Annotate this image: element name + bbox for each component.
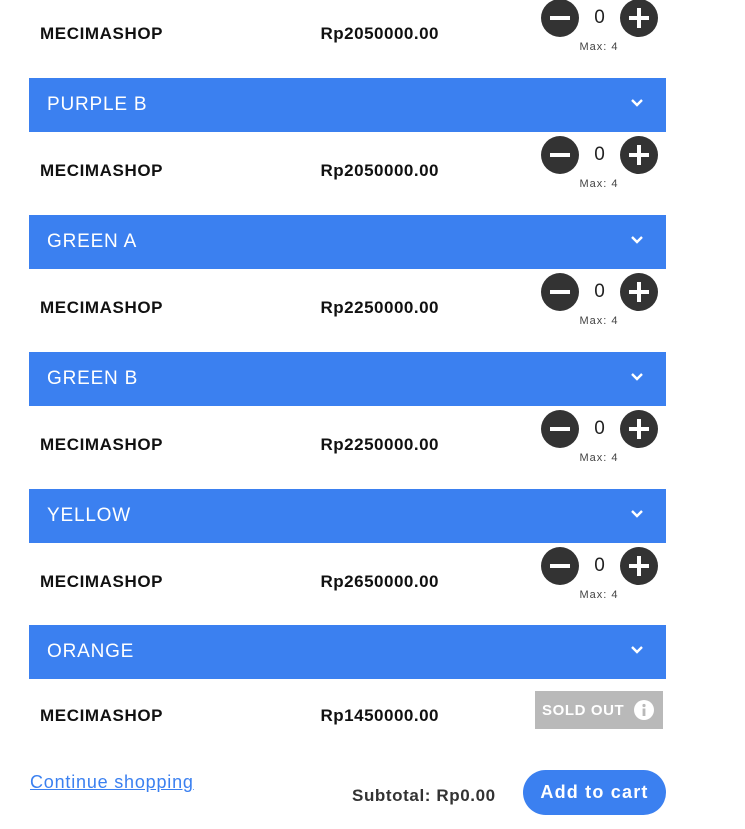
variant-title: YELLOW xyxy=(47,505,131,526)
decrement-button[interactable] xyxy=(541,136,579,174)
sold-out-label: SOLD OUT xyxy=(542,702,625,719)
variant-title: GREEN A xyxy=(47,231,138,252)
decrement-button[interactable] xyxy=(541,547,579,585)
quantity-value: 0 xyxy=(594,144,605,165)
quantity-stepper: 0 Max: 4 xyxy=(541,273,658,327)
minus-circle-icon xyxy=(550,16,570,20)
product-price: Rp2650000.00 xyxy=(320,572,439,591)
product-row: MECIMASHOP Rp2050000.00 0 Max: 4 xyxy=(29,0,666,66)
product-price: Rp1450000.00 xyxy=(320,706,439,725)
plus-circle-icon xyxy=(629,145,649,165)
quantity-value: 0 xyxy=(594,281,605,302)
increment-button[interactable] xyxy=(620,547,658,585)
quantity-stepper: 0 Max: 4 xyxy=(541,0,658,53)
product-row: MECIMASHOP Rp2050000.00 0 Max: 4 xyxy=(29,132,666,214)
product-price: Rp2050000.00 xyxy=(320,24,439,43)
decrement-button[interactable] xyxy=(541,0,579,37)
variant-header-purple-b[interactable]: PURPLE B xyxy=(29,78,666,132)
minus-circle-icon xyxy=(550,427,570,431)
seller-name: MECIMASHOP xyxy=(40,706,164,725)
subtotal-text: Subtotal: Rp0.00 xyxy=(352,786,496,805)
quantity-value: 0 xyxy=(594,418,605,439)
plus-circle-icon xyxy=(629,282,649,302)
seller-name: MECIMASHOP xyxy=(40,298,164,317)
quantity-value: 0 xyxy=(594,7,605,28)
decrement-button[interactable] xyxy=(541,410,579,448)
minus-circle-icon xyxy=(550,290,570,294)
variant-title: PURPLE B xyxy=(47,94,148,115)
variant-header-green-b[interactable]: GREEN B xyxy=(29,352,666,406)
add-to-cart-button[interactable]: Add to cart xyxy=(523,770,666,815)
plus-circle-icon xyxy=(629,419,649,439)
sold-out-badge: SOLD OUT xyxy=(535,691,663,729)
minus-circle-icon xyxy=(550,153,570,157)
continue-shopping-link[interactable]: Continue shopping xyxy=(30,772,194,793)
quantity-stepper: 0 Max: 4 xyxy=(541,136,658,190)
plus-circle-icon xyxy=(629,556,649,576)
increment-button[interactable] xyxy=(620,273,658,311)
quantity-stepper: 0 Max: 4 xyxy=(541,410,658,464)
increment-button[interactable] xyxy=(620,136,658,174)
increment-button[interactable] xyxy=(620,410,658,448)
seller-name: MECIMASHOP xyxy=(40,572,164,591)
chevron-down-icon xyxy=(631,99,643,107)
product-row: MECIMASHOP Rp1450000.00 SOLD OUT xyxy=(29,679,666,749)
quantity-value: 0 xyxy=(594,555,605,576)
product-price: Rp2250000.00 xyxy=(320,435,439,454)
seller-name: MECIMASHOP xyxy=(40,435,164,454)
chevron-down-icon xyxy=(631,236,643,244)
seller-name: MECIMASHOP xyxy=(40,24,164,43)
chevron-down-icon xyxy=(631,510,643,518)
variant-title: ORANGE xyxy=(47,641,135,662)
variant-header-orange[interactable]: ORANGE xyxy=(29,625,666,679)
product-price: Rp2250000.00 xyxy=(320,298,439,317)
max-quantity-label: Max: 4 xyxy=(579,589,619,601)
chevron-down-icon xyxy=(631,646,643,654)
max-quantity-label: Max: 4 xyxy=(579,41,619,53)
info-icon[interactable] xyxy=(633,699,655,721)
seller-name: MECIMASHOP xyxy=(40,161,164,180)
decrement-button[interactable] xyxy=(541,273,579,311)
quantity-stepper: 0 Max: 4 xyxy=(541,547,658,601)
product-row: MECIMASHOP Rp2650000.00 0 Max: 4 xyxy=(29,543,666,625)
variant-header-green-a[interactable]: GREEN A xyxy=(29,215,666,269)
chevron-down-icon xyxy=(631,373,643,381)
max-quantity-label: Max: 4 xyxy=(579,178,619,190)
product-row: MECIMASHOP Rp2250000.00 0 Max: 4 xyxy=(29,406,666,488)
variant-title: GREEN B xyxy=(47,368,139,389)
max-quantity-label: Max: 4 xyxy=(579,315,619,327)
increment-button[interactable] xyxy=(620,0,658,37)
variant-header-yellow[interactable]: YELLOW xyxy=(29,489,666,543)
product-row: MECIMASHOP Rp2250000.00 0 Max: 4 xyxy=(29,269,666,351)
product-price: Rp2050000.00 xyxy=(320,161,439,180)
plus-circle-icon xyxy=(629,8,649,28)
max-quantity-label: Max: 4 xyxy=(579,452,619,464)
minus-circle-icon xyxy=(550,564,570,568)
